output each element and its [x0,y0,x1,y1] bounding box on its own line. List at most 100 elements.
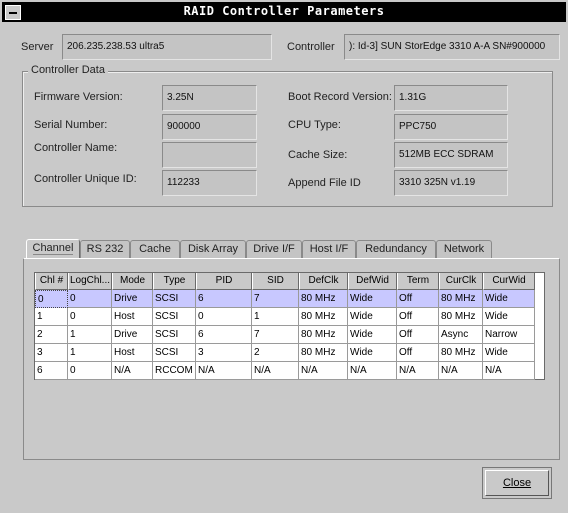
cpu-type-field: PPC750 [394,114,508,140]
table-cell: 3 [35,344,68,362]
table-cell: N/A [112,362,153,380]
boot-record-label: Boot Record Version: [288,91,392,103]
table-cell: 1 [68,344,112,362]
controller-label: Controller [287,41,335,53]
column-header-curclk[interactable]: CurClk [439,273,483,290]
table-cell: 6 [35,362,68,380]
table-cell: 0 [68,362,112,380]
table-cell: Wide [483,344,535,362]
table-cell: 0 [68,308,112,326]
column-header-chl[interactable]: Chl # [35,273,68,290]
table-cell: 80 MHz [299,326,348,344]
controller-data-title: Controller Data [28,64,108,76]
controller-field: ): Id-3] SUN StorEdge 3310 A-A SN#900000 [344,34,560,60]
server-label: Server [21,41,54,53]
table-cell: 1 [252,308,299,326]
table-cell: N/A [299,362,348,380]
append-file-label: Append File ID [288,177,361,189]
close-button-label: Close [502,477,532,489]
serial-field: 900000 [162,114,257,140]
tab-drive-if[interactable]: Drive I/F [246,240,302,258]
column-header-type[interactable]: Type [153,273,196,290]
tab-cache[interactable]: Cache [130,240,180,258]
table-cell: Off [397,290,439,308]
server-field: 206.235.238.53 ultra5 [62,34,272,60]
table-cell: SCSI [153,290,196,308]
table-cell: 80 MHz [299,290,348,308]
title-bar[interactable]: RAID Controller Parameters [2,2,566,22]
tab-channel-label: Channel [32,242,74,255]
table-cell: Wide [483,308,535,326]
table-cell: Async [439,326,483,344]
table-row[interactable]: 0 0 Drive SCSI 6 7 80 MHz Wide Off 80 MHz Wide [35,290,535,308]
column-header-curwid[interactable]: CurWid [483,273,535,290]
cache-size-label: Cache Size: [288,149,348,161]
column-header-mode[interactable]: Mode [112,273,153,290]
table-cell: 2 [35,326,68,344]
firmware-field: 3.25N [162,85,257,111]
table-cell: N/A [196,362,252,380]
cpu-type-label: CPU Type: [288,119,341,131]
controller-name-label: Controller Name: [34,142,118,154]
table-row[interactable]: 2 1 Drive SCSI 6 7 80 MHz Wide Off Async Narrow [35,326,535,344]
column-header-pid[interactable]: PID [196,273,252,290]
tab-redundancy[interactable]: Redundancy [356,240,436,258]
table-cell: N/A [439,362,483,380]
table-cell: 7 [252,326,299,344]
table-cell: N/A [348,362,397,380]
table-cell: 6 [196,290,252,308]
table-cell: N/A [252,362,299,380]
table-cell: SCSI [153,308,196,326]
table-cell: 80 MHz [299,308,348,326]
unique-id-label: Controller Unique ID: [34,173,137,185]
column-header-defwid[interactable]: DefWid [348,273,397,290]
tab-channel[interactable]: Channel [26,239,80,259]
table-cell: 7 [252,290,299,308]
table-row[interactable]: 1 0 Host SCSI 0 1 80 MHz Wide Off 80 MHz Wide [35,308,535,326]
table-cell: Off [397,344,439,362]
table-cell: Wide [483,290,535,308]
channel-table[interactable]: Chl # LogChl... Mode Type PID SID DefClk… [34,272,545,380]
tab-rs232[interactable]: RS 232 [80,240,130,258]
table-cell: 80 MHz [439,344,483,362]
tab-host-if[interactable]: Host I/F [302,240,356,258]
table-cell: SCSI [153,326,196,344]
boot-record-field: 1.31G [394,85,508,111]
table-cell: Host [112,344,153,362]
table-cell: 3 [196,344,252,362]
column-header-term[interactable]: Term [397,273,439,290]
table-cell: N/A [397,362,439,380]
table-row[interactable]: 6 0 N/A RCCOM N/A N/A N/A N/A N/A N/A N/A [35,362,535,380]
table-cell: Wide [348,344,397,362]
table-cell: 0 [68,290,112,308]
close-button[interactable]: Close [482,467,552,499]
column-header-defclk[interactable]: DefClk [299,273,348,290]
table-cell: SCSI [153,344,196,362]
table-cell: Off [397,326,439,344]
unique-id-field: 112233 [162,170,257,196]
table-cell: 1 [68,326,112,344]
raid-controller-window: RAID Controller Parameters Server 206.23… [0,0,568,513]
table-cell: 80 MHz [439,290,483,308]
table-cell: Wide [348,308,397,326]
table-cell: Off [397,308,439,326]
table-cell: 2 [252,344,299,362]
table-cell: 6 [196,326,252,344]
controller-name-field [162,142,257,168]
table-cell: N/A [483,362,535,380]
column-header-sid[interactable]: SID [252,273,299,290]
table-cell: Narrow [483,326,535,344]
table-cell: RCCOM [153,362,196,380]
append-file-field: 3310 325N v1.19 [394,170,508,196]
table-cell: Drive [112,326,153,344]
table-cell: 1 [35,308,68,326]
tab-disk-array[interactable]: Disk Array [180,240,246,258]
tab-network[interactable]: Network [436,240,492,258]
column-header-logchl[interactable]: LogChl... [68,273,112,290]
table-cell: 80 MHz [299,344,348,362]
table-cell: 80 MHz [439,308,483,326]
firmware-label: Firmware Version: [34,91,123,103]
table-cell: Drive [112,290,153,308]
serial-label: Serial Number: [34,119,108,131]
table-row[interactable]: 3 1 Host SCSI 3 2 80 MHz Wide Off 80 MHz Wide [35,344,535,362]
